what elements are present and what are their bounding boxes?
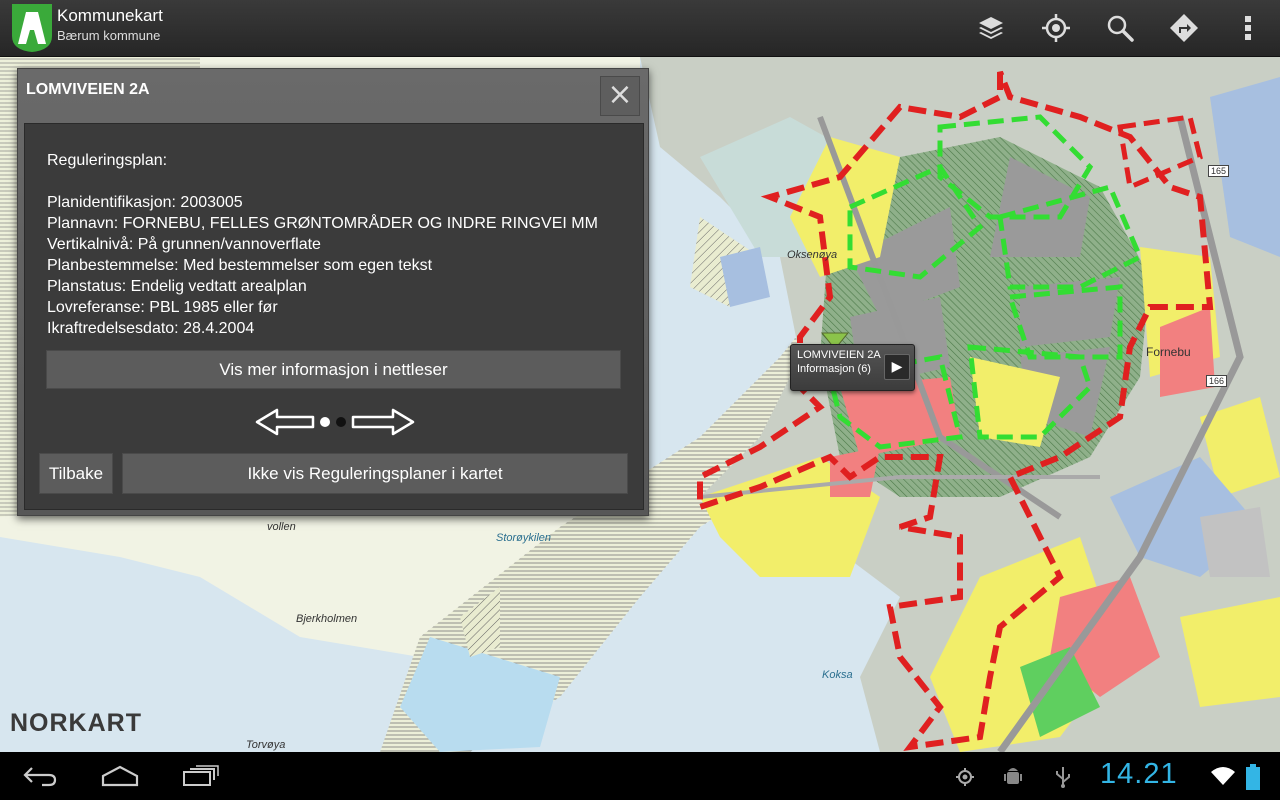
pager (255, 408, 415, 436)
android-debug-icon (1004, 768, 1022, 784)
place-label-vollen: vollen (267, 521, 296, 533)
battery-icon (1246, 764, 1260, 790)
back-icon[interactable] (22, 764, 58, 788)
clock: 14.21 (1100, 758, 1178, 790)
system-bar: 14.21 (0, 752, 1280, 800)
place-label-torvoya: Torvøya (246, 739, 286, 751)
norkart-logo: NORKART (10, 709, 142, 737)
close-button[interactable]: × (600, 76, 640, 116)
callout-arrow-icon[interactable]: ▶ (884, 354, 910, 380)
plan-info: Reguleringsplan: Planidentifikasjon: 200… (47, 150, 598, 339)
back-button[interactable]: Tilbake (39, 453, 113, 494)
search-icon[interactable] (1104, 12, 1136, 44)
plan-id: Planidentifikasjon: 2003005 (47, 194, 243, 211)
close-icon: × (607, 77, 633, 112)
location-icon[interactable] (1040, 12, 1072, 44)
plan-name: Plannavn: FORNEBU, FELLES GRØNTOMRÅDER O… (47, 215, 598, 232)
wifi-icon (1211, 767, 1235, 785)
plan-effective-date: Ikraftredelsesdato: 28.4.2004 (47, 320, 255, 337)
dialog-title: LOMVIVEIEN 2A (26, 81, 150, 98)
directions-icon[interactable] (1168, 12, 1200, 44)
gps-icon (956, 768, 974, 786)
place-label-oksenoya: Oksenøya (787, 249, 838, 261)
plan-regulation: Planbestemmelse: Med bestemmelser som eg… (47, 257, 433, 274)
callout-info-count: Informasjon (6) (797, 363, 871, 375)
place-label-storoykilen: Storøykilen (496, 532, 552, 544)
usb-icon (1056, 767, 1070, 788)
overflow-menu-icon[interactable] (1232, 12, 1264, 44)
municipality-logo-icon[interactable] (12, 4, 52, 52)
action-bar: Kommunekart Bærum kommune (0, 0, 1280, 57)
app-title: Kommunekart (57, 6, 163, 25)
place-label-fornebu: Fornebu (1146, 345, 1191, 359)
place-label-koksa: Koksa (822, 669, 853, 681)
plan-status: Planstatus: Endelig vedtatt arealplan (47, 278, 307, 295)
dialog-body: Reguleringsplan: Planidentifikasjon: 200… (24, 123, 644, 510)
callout-address: LOMVIVEIEN 2A (797, 349, 881, 361)
more-info-button[interactable]: Vis mer informasjon i nettleser (46, 350, 621, 389)
layers-icon[interactable] (975, 12, 1007, 44)
info-dialog: LOMVIVEIEN 2A × Reguleringsplan: Planide… (17, 68, 649, 516)
road-number-166: 166 (1206, 375, 1228, 387)
hide-plans-button[interactable]: Ikke vis Reguleringsplaner i kartet (122, 453, 628, 494)
next-arrow-icon[interactable] (351, 408, 415, 436)
recents-icon[interactable] (182, 765, 220, 787)
place-label-bjerkholmen: Bjerkholmen (296, 613, 358, 625)
home-icon[interactable] (100, 764, 140, 788)
page-dot-active (320, 417, 330, 427)
page-dot-inactive (336, 417, 346, 427)
app-subtitle: Bærum kommune (57, 28, 161, 43)
plan-law-reference: Lovreferanse: PBL 1985 eller før (47, 299, 278, 316)
previous-arrow-icon[interactable] (255, 408, 315, 436)
map-callout[interactable]: LOMVIVEIEN 2A Informasjon (6) ▶ (790, 344, 915, 391)
plan-heading: Reguleringsplan: (47, 152, 168, 169)
road-number-165: 165 (1208, 165, 1230, 177)
plan-vertical-level: Vertikalnivå: På grunnen/vannoverflate (47, 236, 321, 253)
